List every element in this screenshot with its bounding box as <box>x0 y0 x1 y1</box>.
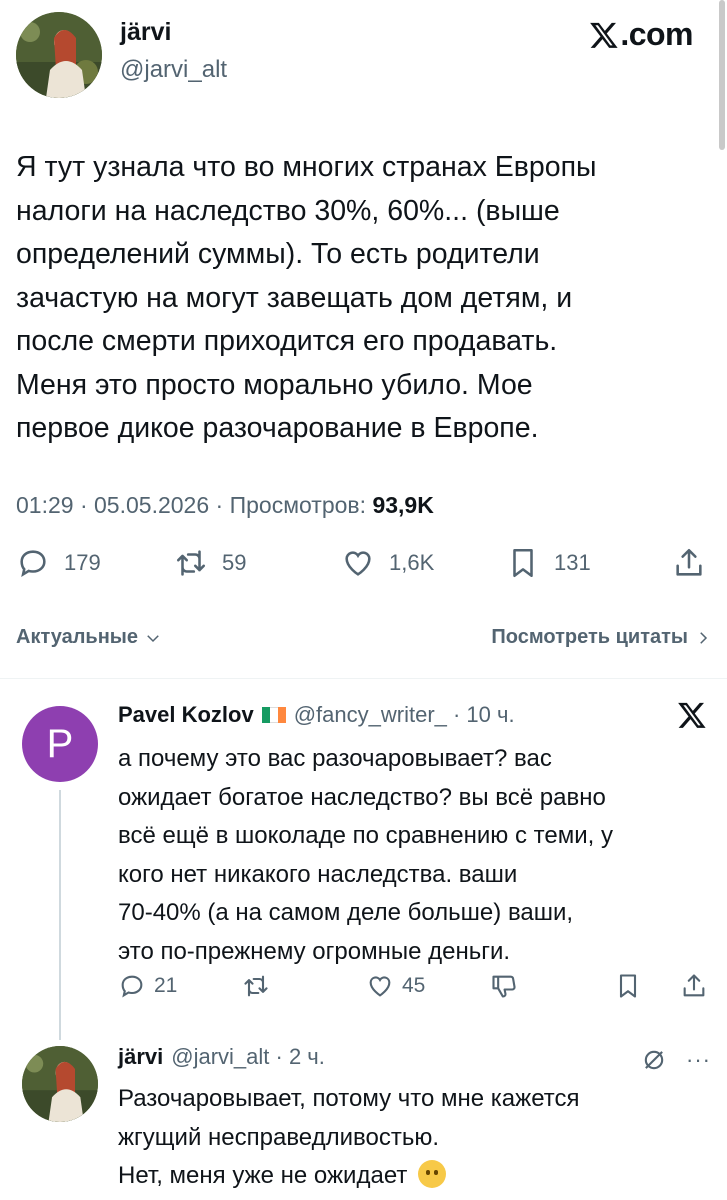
reply-actions: 21 45 <box>118 972 708 1006</box>
reply2-icons: ··· <box>640 1046 711 1074</box>
bookmark-icon <box>619 974 637 998</box>
reply-handle-time[interactable]: @fancy_writer_ · 10 ч. <box>294 702 515 728</box>
author-handle[interactable]: @jarvi_alt <box>120 56 227 84</box>
more-icon[interactable]: ··· <box>686 1047 711 1073</box>
repost-icon <box>244 975 268 997</box>
like-count: 1,6K <box>389 550 435 575</box>
repost-icon <box>176 550 206 576</box>
x-logo-icon <box>590 22 618 48</box>
share-icon <box>676 548 702 576</box>
grok-icon[interactable] <box>640 1046 668 1074</box>
reply-icon <box>121 975 143 998</box>
reply-repost-button[interactable] <box>242 972 270 1000</box>
reply2-line-text: Нет, меня уже не ожидает <box>118 1162 408 1189</box>
tweet-actions: 179 59 1,6K 131 <box>16 546 706 590</box>
reply-line: кого нет никакого наследства. ваши <box>118 860 518 888</box>
reply-line: всё ещё в шоколаде по сравнению с теми, … <box>118 822 613 849</box>
reply2-header: järvi @jarvi_alt · 2 ч. <box>118 1044 325 1070</box>
sort-dropdown[interactable]: Актуальные <box>16 626 162 649</box>
bookmark-icon <box>513 548 533 578</box>
bookmark-button[interactable]: 131 <box>506 546 591 580</box>
reply-count: 179 <box>64 550 101 575</box>
reply-author-name[interactable]: Pavel Kozlov <box>118 702 254 728</box>
reply-share-button[interactable] <box>680 972 708 1000</box>
tweet-line: зачастую на могут завещать дом детям, и <box>16 281 573 314</box>
reply-icon <box>20 550 46 577</box>
reply2-avatar[interactable] <box>22 1046 98 1122</box>
brand-text: .com <box>620 16 693 52</box>
reply-reply-button[interactable]: 21 <box>118 972 177 1000</box>
bookmark-count: 131 <box>554 550 591 575</box>
author-avatar[interactable] <box>16 12 102 98</box>
repost-count: 59 <box>222 550 247 575</box>
reply-line: а почему это вас разочаровывает? вас <box>118 745 552 772</box>
reply-text: а почему это вас разочаровывает? вас ожи… <box>118 740 708 971</box>
author-name[interactable]: järvi <box>120 18 171 47</box>
tweet-text: Я тут узнала что во многих странах Европ… <box>16 146 706 451</box>
thumbs-down-icon <box>492 975 516 998</box>
repost-button[interactable]: 59 <box>174 546 246 580</box>
reply-avatar[interactable]: P <box>22 706 98 782</box>
reply-like-count: 45 <box>402 974 426 997</box>
tweet-time[interactable]: 01:29 <box>16 492 74 518</box>
tweet-meta: 01:29 · 05.05.2026 · Просмотров: 93,9K <box>16 492 434 518</box>
reply2-line: Разочаровывает, потому что мне кажется <box>118 1085 580 1112</box>
divider <box>0 678 727 679</box>
reply2-author-name[interactable]: järvi <box>118 1044 163 1070</box>
reply2-handle-time[interactable]: @jarvi_alt · 2 ч. <box>171 1044 325 1070</box>
reply-dislike-button[interactable] <box>490 972 518 1000</box>
sort-label: Актуальные <box>16 626 139 648</box>
reply-like-button[interactable]: 45 <box>366 972 425 1000</box>
reply2-text: Разочаровывает, потому что мне кажется ж… <box>118 1080 708 1196</box>
reply2-line: Нет, меня уже не ожидает <box>118 1157 708 1196</box>
views-count: 93,9K <box>372 492 434 518</box>
reply-bookmark-button[interactable] <box>614 972 642 1000</box>
reply-line: 70-40% (а на самом деле больше) ваши, <box>118 899 574 926</box>
thread-line <box>59 790 61 1040</box>
x-logo-icon <box>678 702 706 728</box>
tweet-date[interactable]: 05.05.2026 <box>94 492 209 518</box>
tweet-line: налоги на наследство 30%, 60%... (выше <box>16 194 560 227</box>
x-com-logo: .com <box>589 16 693 53</box>
share-button[interactable] <box>672 546 706 580</box>
scrollbar[interactable] <box>719 0 725 150</box>
views-label: Просмотров: <box>229 492 367 518</box>
heart-icon <box>345 551 371 576</box>
reply-button[interactable]: 179 <box>16 546 101 580</box>
heart-icon <box>369 976 391 997</box>
ireland-flag-icon <box>261 707 286 723</box>
share-icon <box>683 974 705 997</box>
tweet-line: Меня это просто морально убило. Мое <box>16 368 533 401</box>
reply-line: это по-прежнему огромные деньги. <box>118 937 511 965</box>
reply-line: ожидает богатое наследство? вы всё равно <box>118 783 606 811</box>
crying-face-icon <box>418 1160 447 1188</box>
view-quotes-link[interactable]: Посмотреть цитаты <box>491 626 712 649</box>
chevron-right-icon <box>700 631 708 644</box>
tweet-line: после смерти приходится его продавать. <box>16 325 558 357</box>
avatar-letter: P <box>46 721 74 766</box>
tweet-line: определений суммы). То есть родители <box>16 238 540 270</box>
reply-header: Pavel Kozlov @fancy_writer_ · 10 ч. <box>118 702 515 728</box>
chevron-down-icon <box>147 634 159 642</box>
reply-reply-count: 21 <box>154 974 178 997</box>
like-button[interactable]: 1,6K <box>341 546 434 580</box>
reply2-line: жгущий несправедливостью. <box>118 1123 440 1151</box>
tweet-line: Я тут узнала что во многих странах Европ… <box>16 151 597 183</box>
tweet-line: первое дикое разочарование в Европе. <box>16 412 539 444</box>
view-quotes-label: Посмотреть цитаты <box>491 626 688 648</box>
